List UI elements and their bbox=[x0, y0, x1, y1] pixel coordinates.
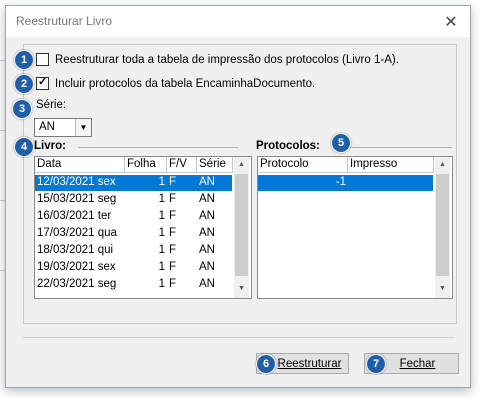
cell-serie[interactable]: AN bbox=[197, 191, 233, 208]
cell-data[interactable]: 17/03/2021 qua bbox=[35, 225, 125, 242]
livro-col-serie[interactable]: Série bbox=[197, 157, 233, 172]
cell-fv[interactable]: F bbox=[167, 276, 197, 293]
checkmark-icon: ✓ bbox=[38, 76, 48, 88]
restructure-dialog: Reestruturar Livro ✕ Reestruturar toda a… bbox=[5, 5, 471, 388]
cell-serie[interactable]: AN bbox=[197, 276, 233, 293]
restructure-all-option[interactable]: Reestruturar toda a tabela de impressão … bbox=[36, 53, 399, 66]
cell-fv[interactable]: F bbox=[167, 225, 197, 242]
protocolos-col-protocolo[interactable]: Protocolo bbox=[258, 157, 348, 172]
cell-serie[interactable]: AN bbox=[197, 242, 233, 259]
cell-serie[interactable]: AN bbox=[197, 208, 233, 225]
cell-data[interactable]: 22/03/2021 seg bbox=[35, 276, 125, 293]
cell-data: 12/03/2021 sex bbox=[37, 176, 116, 188]
cell-impresso bbox=[348, 174, 434, 191]
cell-serie: AN bbox=[199, 176, 215, 188]
cell-folha[interactable]: 1 bbox=[125, 276, 167, 293]
livro-grid-header: Data Folha F/V Série bbox=[35, 157, 233, 173]
annotation-badge: 4 bbox=[14, 137, 34, 157]
annotation-badge: 5 bbox=[331, 133, 351, 153]
protocolos-grid-header: Protocolo Impresso bbox=[258, 157, 434, 173]
livro-col-fv[interactable]: F/V bbox=[167, 157, 197, 172]
table-row[interactable]: -1 bbox=[258, 175, 433, 191]
cell-fv[interactable]: F bbox=[167, 191, 197, 208]
cell-folha[interactable]: 1 bbox=[125, 259, 167, 276]
title-bar: Reestruturar Livro ✕ bbox=[6, 6, 470, 37]
chevron-down-icon[interactable]: ▼ bbox=[75, 119, 91, 136]
cell-folha[interactable]: 1 bbox=[125, 208, 167, 225]
protocolos-divider bbox=[338, 147, 452, 148]
cell-data[interactable]: 19/03/2021 sex bbox=[35, 259, 125, 276]
cell-data[interactable]: 15/03/2021 seg bbox=[35, 191, 125, 208]
protocolos-col-impresso[interactable]: Impresso bbox=[348, 157, 434, 172]
cell-fv[interactable]: F bbox=[167, 242, 197, 259]
protocolos-scrollbar[interactable]: ▲ ▼ bbox=[435, 157, 450, 298]
close-button-label: Fechar bbox=[399, 357, 436, 370]
serie-select[interactable]: AN ▼ bbox=[34, 118, 92, 137]
scroll-down-icon[interactable]: ▼ bbox=[435, 281, 450, 296]
cell-fv[interactable]: F bbox=[167, 208, 197, 225]
protocolos-label: Protocolos: bbox=[256, 140, 320, 152]
scroll-down-icon[interactable]: ▼ bbox=[234, 281, 249, 296]
annotation-badge: 6 bbox=[256, 354, 276, 374]
livro-scroll-thumb[interactable] bbox=[235, 174, 248, 276]
cell-folha[interactable]: 1 bbox=[125, 225, 167, 242]
include-encaminha-checkbox[interactable]: ✓ bbox=[36, 76, 49, 90]
annotation-badge: 7 bbox=[366, 354, 386, 374]
serie-value: AN bbox=[39, 121, 55, 133]
livro-scrollbar[interactable]: ▲ ▼ bbox=[234, 157, 249, 298]
cell-data[interactable]: 18/03/2021 qui bbox=[35, 242, 125, 259]
annotation-badge: 1 bbox=[14, 50, 34, 70]
livro-col-folha[interactable]: Folha bbox=[125, 157, 167, 172]
annotation-badge: 2 bbox=[14, 74, 34, 94]
cell-fv: F bbox=[169, 176, 177, 188]
cell-serie[interactable]: AN bbox=[197, 259, 233, 276]
cell-data[interactable]: 16/03/2021 ter bbox=[35, 208, 125, 225]
button-separator bbox=[23, 337, 455, 338]
restructure-button-label: Reestruturar bbox=[277, 357, 342, 370]
cell-fv[interactable]: F bbox=[167, 259, 197, 276]
close-icon[interactable]: ✕ bbox=[432, 6, 470, 37]
livro-divider bbox=[78, 147, 238, 148]
cell-folha[interactable]: 1 bbox=[125, 191, 167, 208]
include-encaminha-label: Incluir protocolos da tabela EncaminhaDo… bbox=[55, 77, 316, 90]
cell-folha: 1 bbox=[158, 176, 165, 188]
scroll-up-icon[interactable]: ▲ bbox=[435, 157, 450, 172]
protocolos-grid[interactable]: Protocolo Impresso -1 ▲ ▼ bbox=[257, 156, 453, 299]
include-encaminha-option[interactable]: ✓ Incluir protocolos da tabela Encaminha… bbox=[36, 76, 316, 90]
livro-grid[interactable]: Data Folha F/V Série 12/03/2021 sex 1 F … bbox=[34, 156, 252, 299]
scroll-up-icon[interactable]: ▲ bbox=[234, 157, 249, 172]
restructure-all-checkbox[interactable] bbox=[36, 53, 49, 66]
livro-label: Livro: bbox=[34, 140, 66, 152]
livro-col-data[interactable]: Data bbox=[35, 157, 125, 172]
dialog-title: Reestruturar Livro bbox=[16, 14, 113, 28]
annotation-badge: 3 bbox=[12, 99, 32, 119]
serie-label: Série: bbox=[36, 99, 67, 111]
protocolos-scroll-thumb[interactable] bbox=[436, 174, 449, 276]
cell-folha[interactable]: 1 bbox=[125, 242, 167, 259]
cell-serie[interactable]: AN bbox=[197, 225, 233, 242]
table-row[interactable]: 12/03/2021 sex 1 F AN bbox=[35, 175, 232, 191]
restructure-all-label: Reestruturar toda a tabela de impressão … bbox=[55, 53, 399, 66]
cell-protocolo: -1 bbox=[335, 176, 346, 188]
